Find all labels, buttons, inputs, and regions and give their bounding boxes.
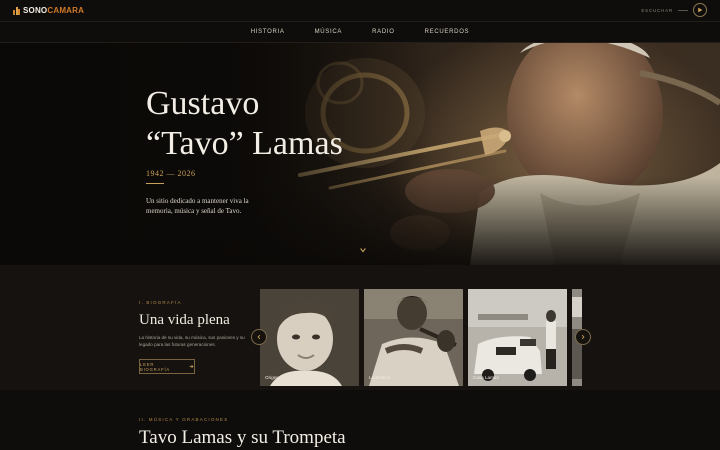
hero-title: Gustavo “Tavo” Lamas: [146, 84, 343, 164]
player-label: ESCUCHAR: [641, 7, 673, 13]
card-caption: Origen: [265, 375, 279, 380]
hero-title-line2: “Tavo” Lamas: [146, 125, 343, 162]
player-divider: [678, 9, 688, 11]
nav-item-recuerdos[interactable]: RECUERDOS: [425, 29, 470, 35]
play-icon: [698, 7, 703, 13]
bio-card-musica[interactable]: La Música: [364, 289, 463, 386]
card-caption: Casa Lamas: [473, 375, 499, 380]
card-photo-taxi: [468, 289, 567, 386]
bio-kicker: I. BIOGRAFÍA: [139, 300, 182, 305]
bio-card-casa-lamas[interactable]: Casa Lamas: [468, 289, 567, 386]
logo-text-primary: SONO: [23, 6, 48, 15]
nav-item-radio[interactable]: RADIO: [372, 29, 395, 35]
hero-divider: [146, 183, 164, 184]
card-photo-trumpeter: [364, 289, 463, 386]
card-photo-child: [260, 289, 359, 386]
music-kicker: II. MÚSICA Y GRABACIONES: [139, 417, 229, 422]
bio-title: Una vida plena: [139, 312, 230, 328]
hero-photo: [0, 43, 720, 265]
chevron-left-icon: [257, 334, 261, 340]
chevron-down-icon[interactable]: [359, 246, 367, 254]
read-biography-label: LEER BIOGRAFÍA: [140, 361, 171, 372]
nav-item-historia[interactable]: HISTORIA: [251, 29, 285, 35]
music-title: Tavo Lamas y su Trompeta: [139, 427, 346, 448]
hero: Gustavo “Tavo” Lamas 1942 — 2026 Un siti…: [0, 43, 720, 265]
main-nav: HISTORIA MÚSICA RADIO RECUERDOS: [0, 22, 720, 43]
music-section: II. MÚSICA Y GRABACIONES Tavo Lamas y su…: [0, 390, 720, 450]
logo-text-accent: CAMARA: [47, 6, 85, 15]
read-biography-button[interactable]: LEER BIOGRAFÍA: [139, 359, 195, 374]
hero-title-line1: Gustavo: [146, 85, 260, 122]
biography-section: I. BIOGRAFÍA Una vida plena La historia …: [0, 265, 720, 390]
bio-card-origen[interactable]: Origen: [260, 289, 359, 386]
carousel-next-button[interactable]: [575, 329, 591, 345]
hero-dates: 1942 — 2026: [146, 169, 196, 178]
chevron-right-icon: [581, 334, 585, 340]
logo-mark-icon: [13, 6, 20, 15]
radio-player: ESCUCHAR: [641, 3, 707, 17]
hero-description: Un sitio dedicado a mantener viva la mem…: [146, 197, 249, 215]
top-bar: SONOCAMARA ESCUCHAR: [0, 0, 720, 22]
bio-text: La historia de su vida, su música, sus p…: [139, 335, 245, 347]
site-logo[interactable]: SONOCAMARA: [13, 6, 84, 15]
arrow-right-icon: [189, 364, 194, 369]
carousel-prev-button[interactable]: [251, 329, 267, 345]
play-button[interactable]: [693, 3, 707, 17]
nav-item-musica[interactable]: MÚSICA: [315, 29, 343, 35]
card-caption: La Música: [369, 375, 390, 380]
